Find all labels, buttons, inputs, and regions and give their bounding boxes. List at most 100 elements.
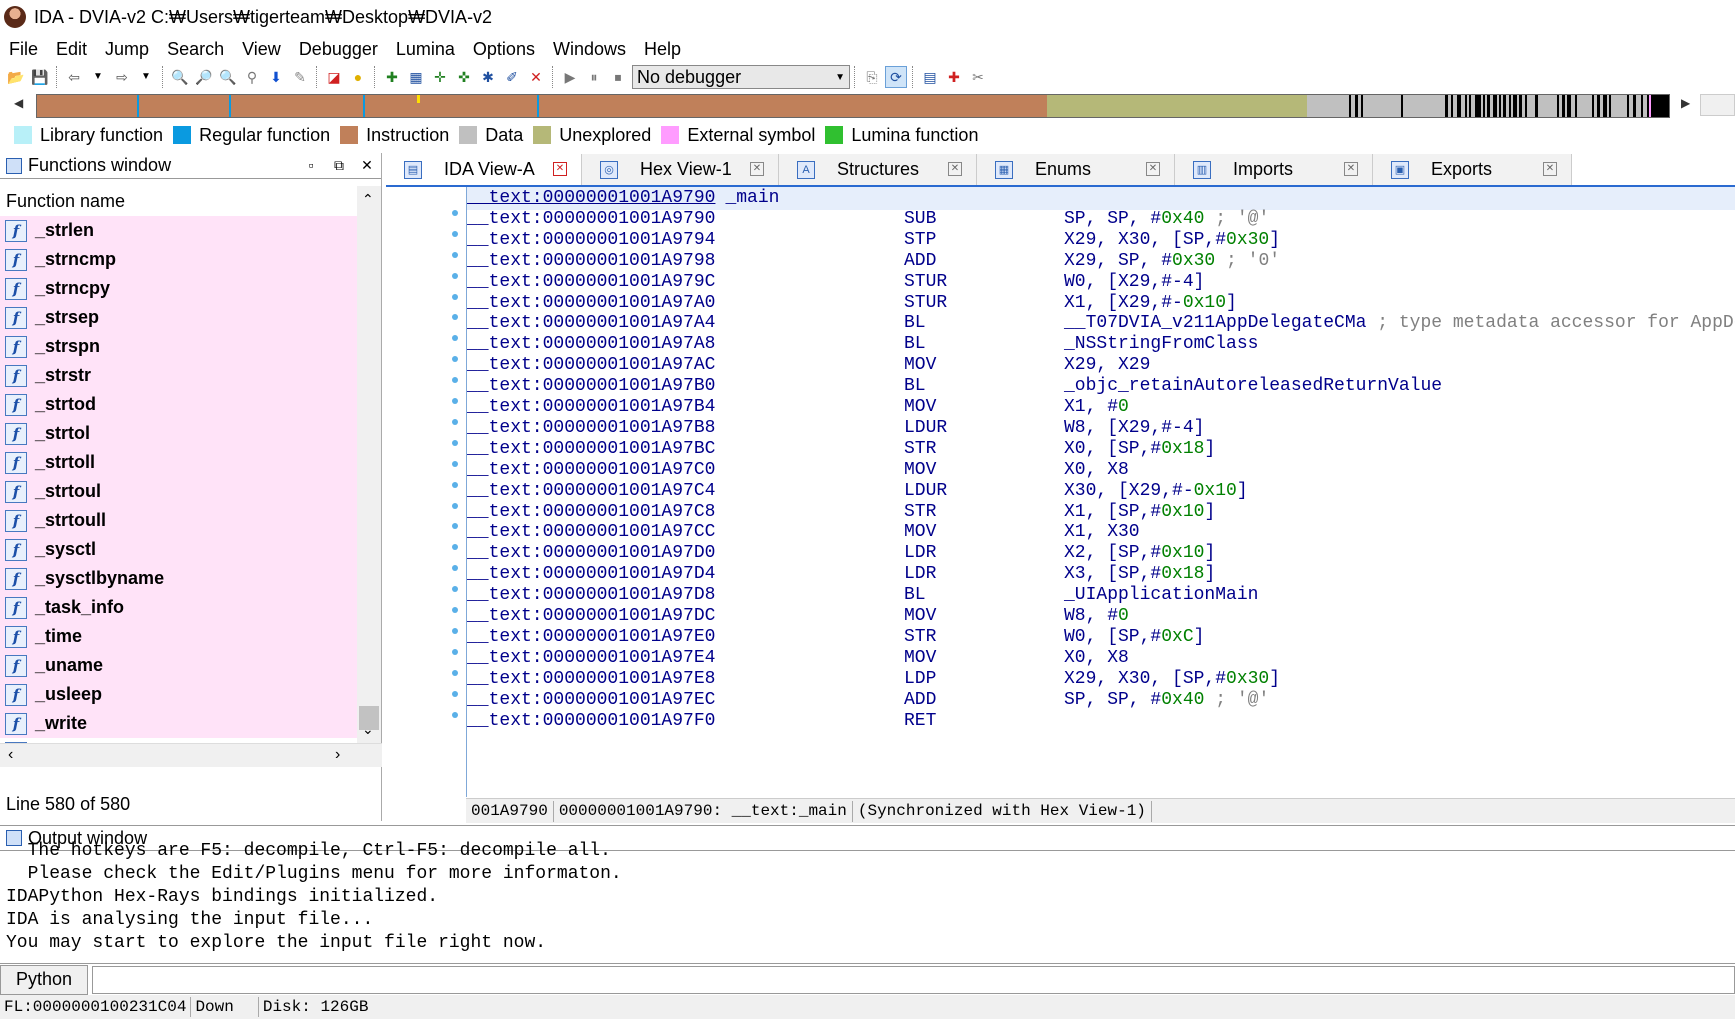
function-list-item[interactable]: f _strstr bbox=[0, 361, 357, 390]
search-text-icon[interactable]: 🔍 bbox=[169, 66, 191, 88]
scroll-left-icon[interactable]: ‹ bbox=[8, 746, 13, 764]
float-icon[interactable]: ⧉ bbox=[325, 157, 353, 174]
breakpoint-dot-icon[interactable] bbox=[452, 461, 458, 467]
disasm-line[interactable]: __text:00000001001A97AC MOV X29, X29 bbox=[467, 354, 1735, 377]
menu-item-view[interactable]: View bbox=[233, 35, 290, 63]
graph-view-icon[interactable]: ◪ bbox=[323, 66, 345, 88]
tab-imports[interactable]: ▥ Imports ✕ bbox=[1175, 154, 1373, 185]
breakpoint-dot-icon[interactable] bbox=[452, 335, 458, 341]
disasm-line[interactable]: __text:00000001001A97C0 MOV X0, X8 bbox=[467, 459, 1735, 482]
create-struct-icon[interactable]: ▦ bbox=[405, 66, 427, 88]
function-list-item[interactable]: f _write bbox=[0, 709, 357, 738]
breakpoint-dot-icon[interactable] bbox=[452, 649, 458, 655]
forward-dropdown-icon[interactable]: ▼ bbox=[135, 66, 157, 88]
disasm-line[interactable]: __text:00000001001A97D0 LDR X2, [SP,#0x10] bbox=[467, 542, 1735, 565]
function-list-item[interactable]: f _sysctlbyname bbox=[0, 564, 357, 593]
breakpoint-dot-icon[interactable] bbox=[452, 273, 458, 279]
function-list-item[interactable]: f _strtod bbox=[0, 390, 357, 419]
minimize-icon[interactable]: ▫ bbox=[297, 157, 325, 174]
disasm-line[interactable]: __text:00000001001A9794 STP X29, X30, [SP,… bbox=[467, 229, 1735, 252]
add-breakpoint-icon[interactable]: ✚ bbox=[943, 66, 965, 88]
breakpoint-icon[interactable]: ● bbox=[347, 66, 369, 88]
back-icon[interactable]: ⇦ bbox=[63, 66, 85, 88]
edit-icon[interactable]: ✐ bbox=[501, 66, 523, 88]
tab-exports[interactable]: ▣ Exports ✕ bbox=[1373, 154, 1572, 185]
disasm-line[interactable]: __text:00000001001A97B0 BL _objc_retainAut… bbox=[467, 375, 1735, 398]
function-list-item[interactable]: f _sysctl bbox=[0, 535, 357, 564]
add-member-icon[interactable]: ✜ bbox=[453, 66, 475, 88]
function-list-item[interactable]: f _time bbox=[0, 622, 357, 651]
breakpoint-dot-icon[interactable] bbox=[452, 482, 458, 488]
breakpoint-dot-icon[interactable] bbox=[452, 565, 458, 571]
disasm-line[interactable]: __text:00000001001A97B8 LDUR W8, [X29,#-4] bbox=[467, 417, 1735, 440]
menu-item-help[interactable]: Help bbox=[635, 35, 690, 63]
disasm-symbol[interactable]: _objc_retainAutoreleasedReturnValue bbox=[1064, 376, 1442, 396]
function-list-item[interactable]: f _strsep bbox=[0, 303, 357, 332]
function-list-item[interactable]: f _usleep bbox=[0, 680, 357, 709]
search-immediate-icon[interactable]: 🔍 bbox=[217, 66, 239, 88]
disasm-symbol[interactable]: _UIApplicationMain bbox=[1064, 585, 1258, 605]
jump-down-icon[interactable]: ⬇ bbox=[265, 66, 287, 88]
nav-left-arrow-icon[interactable]: ◀ bbox=[14, 96, 23, 110]
disasm-line[interactable]: __text:00000001001A9798 ADD X29, SP, #0x30… bbox=[467, 250, 1735, 273]
breakpoint-dot-icon[interactable] bbox=[452, 440, 458, 446]
tab-hex-view-1[interactable]: ◎ Hex View-1 ✕ bbox=[582, 154, 779, 185]
menu-item-file[interactable]: File bbox=[0, 35, 47, 63]
ida-view-a[interactable]: __text:00000001001A9790 _main __text:00000… bbox=[386, 187, 1735, 823]
breakpoint-dot-icon[interactable] bbox=[452, 377, 458, 383]
breakpoint-dot-icon[interactable] bbox=[452, 294, 458, 300]
debugger-select[interactable]: No debugger ▼ bbox=[632, 65, 850, 89]
patch-icon[interactable]: ✎ bbox=[289, 66, 311, 88]
breakpoint-dot-icon[interactable] bbox=[452, 252, 458, 258]
breakpoint-dot-icon[interactable] bbox=[452, 607, 458, 613]
function-list-item[interactable]: f _strlen bbox=[0, 216, 357, 245]
create-function-icon[interactable]: ✚ bbox=[381, 66, 403, 88]
search-next-icon[interactable]: ⚲ bbox=[241, 66, 263, 88]
disasm-line[interactable]: __text:00000001001A97E0 STR W0, [SP,#0xC] bbox=[467, 626, 1735, 649]
tab-close-icon[interactable]: ✕ bbox=[553, 162, 567, 176]
breakpoint-dot-icon[interactable] bbox=[452, 712, 458, 718]
tracing-icon[interactable]: ▤ bbox=[919, 66, 941, 88]
pause-icon[interactable]: ⏸ bbox=[583, 66, 605, 88]
disasm-line[interactable]: __text:00000001001A97B4 MOV X1, #0 bbox=[467, 396, 1735, 419]
breakpoint-dot-icon[interactable] bbox=[452, 586, 458, 592]
menu-item-windows[interactable]: Windows bbox=[544, 35, 635, 63]
disasm-line[interactable]: __text:00000001001A97E4 MOV X0, X8 bbox=[467, 647, 1735, 670]
sync-icon[interactable]: ⟳ bbox=[885, 66, 907, 88]
tab-close-icon[interactable]: ✕ bbox=[750, 162, 764, 176]
function-list-item[interactable]: f _strtoll bbox=[0, 448, 357, 477]
menu-item-debugger[interactable]: Debugger bbox=[290, 35, 387, 63]
function-list-item[interactable]: f _task_info bbox=[0, 593, 357, 622]
disasm-line[interactable]: __text:00000001001A97D4 LDR X3, [SP,#0x18] bbox=[467, 563, 1735, 586]
breakpoint-dot-icon[interactable] bbox=[452, 231, 458, 237]
breakpoint-dot-icon[interactable] bbox=[452, 314, 458, 320]
attach-process-icon[interactable]: ⎘ bbox=[861, 66, 883, 88]
function-list-item[interactable]: f _strncmp bbox=[0, 245, 357, 274]
back-dropdown-icon[interactable]: ▼ bbox=[87, 66, 109, 88]
breakpoint-dot-icon[interactable] bbox=[452, 670, 458, 676]
breakpoint-dot-icon[interactable] bbox=[452, 356, 458, 362]
disasm-symbol[interactable]: __T07DVIA_v211AppDelegateCMa bbox=[1064, 313, 1366, 333]
menu-item-edit[interactable]: Edit bbox=[47, 35, 96, 63]
menu-item-jump[interactable]: Jump bbox=[96, 35, 158, 63]
menu-item-lumina[interactable]: Lumina bbox=[387, 35, 464, 63]
open-file-icon[interactable]: 📂 bbox=[5, 66, 27, 88]
scroll-right-icon[interactable]: › bbox=[335, 746, 340, 764]
function-list-item[interactable]: f _strncpy bbox=[0, 274, 357, 303]
python-command-input[interactable] bbox=[92, 965, 1735, 994]
close-icon[interactable]: ✕ bbox=[353, 157, 381, 174]
column-header-function-name[interactable]: Function name bbox=[0, 186, 357, 216]
breakpoint-dot-icon[interactable] bbox=[452, 398, 458, 404]
tools-icon[interactable]: ✂ bbox=[967, 66, 989, 88]
scroll-down-icon[interactable]: ⌄ bbox=[362, 721, 374, 738]
breakpoint-dot-icon[interactable] bbox=[452, 691, 458, 697]
disasm-symbol[interactable]: _NSStringFromClass bbox=[1064, 334, 1258, 354]
disasm-line[interactable]: __text:00000001001A97F0 RET bbox=[467, 710, 1735, 733]
add-enum-icon[interactable]: ✛ bbox=[429, 66, 451, 88]
navigation-overview-bar[interactable] bbox=[36, 94, 1670, 118]
tab-close-icon[interactable]: ✕ bbox=[948, 162, 962, 176]
tab-close-icon[interactable]: ✕ bbox=[1543, 162, 1557, 176]
function-list-item[interactable]: f _strtol bbox=[0, 419, 357, 448]
xref-icon[interactable]: ✱ bbox=[477, 66, 499, 88]
disasm-line[interactable]: __text:00000001001A97CC MOV X1, X30 bbox=[467, 521, 1735, 544]
